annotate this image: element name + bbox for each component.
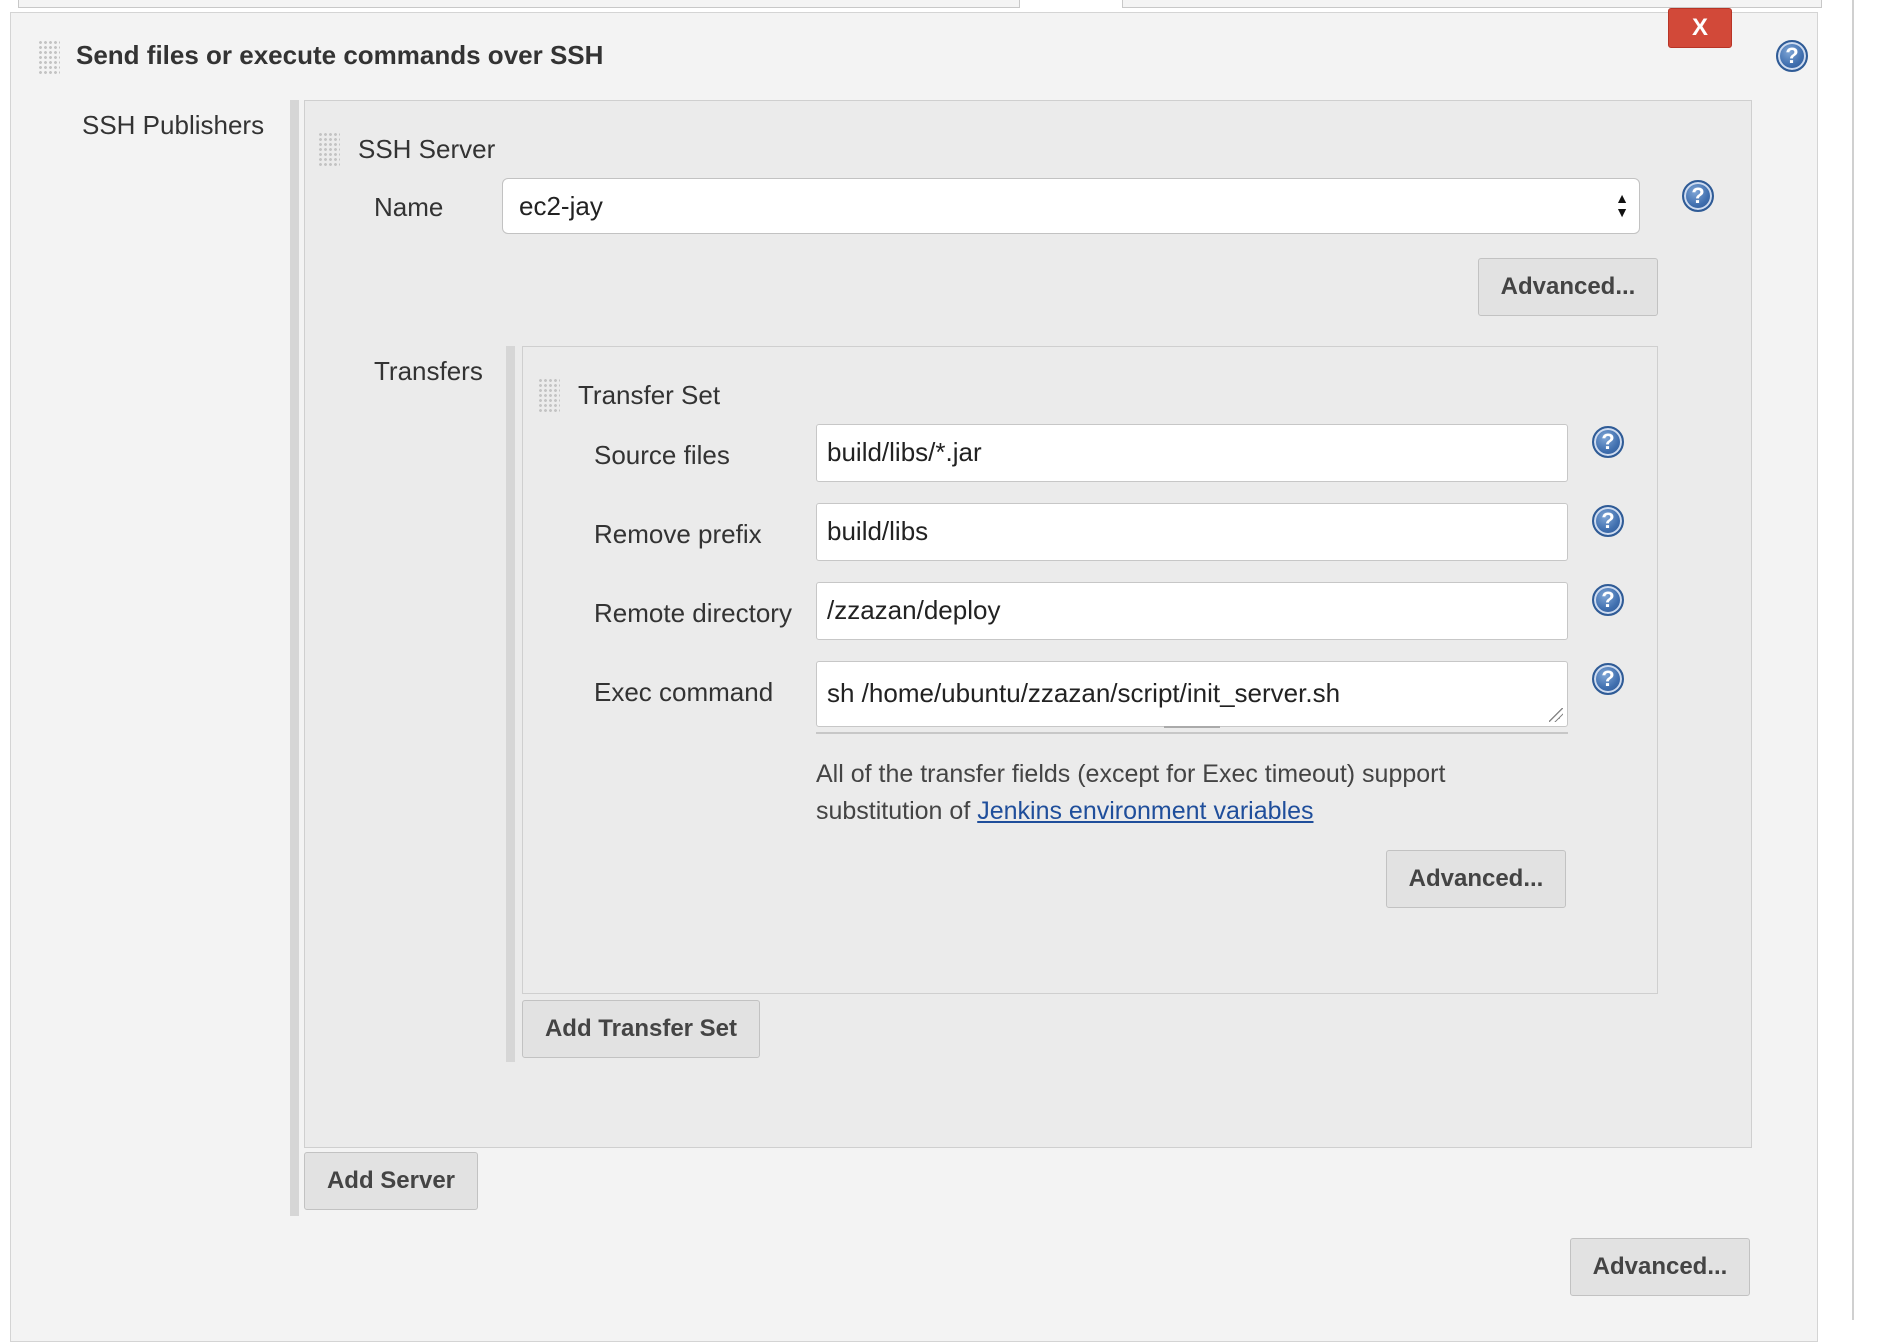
source-files-label: Source files [594, 440, 730, 470]
transfers-label: Transfers [374, 356, 483, 386]
add-server-button[interactable]: Add Server [304, 1152, 478, 1210]
add-transfer-set-button[interactable]: Add Transfer Set [522, 1000, 760, 1058]
server-name-select[interactable]: ec2-jay ▲ ▼ [502, 178, 1640, 234]
delete-step-button[interactable]: X [1668, 8, 1732, 48]
step-drag-handle-icon[interactable] [38, 40, 60, 74]
substitution-note: All of the transfer fields (except for E… [816, 756, 1576, 830]
step-advanced-button[interactable]: Advanced... [1570, 1238, 1750, 1296]
exec-command-help-icon[interactable]: ? [1592, 663, 1624, 695]
remove-prefix-input[interactable]: build/libs [816, 503, 1568, 561]
server-name-value: ec2-jay [519, 191, 603, 221]
substitution-note-text2: substitution of [816, 797, 971, 825]
remote-directory-input[interactable]: /zzazan/deploy [816, 582, 1568, 640]
ssh-server-title: SSH Server [358, 134, 496, 164]
transfer-set-title: Transfer Set [578, 380, 721, 410]
server-drag-handle-icon[interactable] [318, 132, 340, 166]
exec-command-label: Exec command [594, 677, 774, 707]
transfer-set-advanced-button[interactable]: Advanced... [1386, 850, 1566, 908]
textarea-bottom-rule [816, 732, 1568, 734]
remote-directory-label: Remote directory [594, 598, 792, 628]
step-help-icon[interactable]: ? [1776, 40, 1808, 72]
server-name-help-icon[interactable]: ? [1682, 180, 1714, 212]
exec-command-value: sh /home/ubuntu/zzazan/script/init_serve… [827, 678, 1341, 708]
select-arrows-icon: ▲ ▼ [1615, 190, 1629, 220]
server-name-label: Name [374, 192, 444, 222]
step-title: Send files or execute commands over SSH [76, 40, 604, 70]
substitution-note-text: All of the transfer fields (except for E… [816, 760, 1446, 788]
jenkins-env-vars-link[interactable]: Jenkins environment variables [977, 797, 1313, 825]
server-advanced-button[interactable]: Advanced... [1478, 258, 1658, 316]
exec-command-textarea[interactable]: sh /home/ubuntu/zzazan/script/init_serve… [816, 661, 1568, 727]
page-divider [1852, 0, 1854, 1320]
tab-strip-left [18, 0, 1020, 8]
publishers-indent-bar [290, 100, 299, 1216]
remove-prefix-help-icon[interactable]: ? [1592, 505, 1624, 537]
transfer-set-drag-handle-icon[interactable] [538, 378, 560, 412]
tab-strip-right [1122, 0, 1822, 8]
transfers-indent-bar [506, 346, 515, 1062]
source-files-help-icon[interactable]: ? [1592, 426, 1624, 458]
remote-directory-help-icon[interactable]: ? [1592, 584, 1624, 616]
ssh-publishers-label: SSH Publishers [82, 110, 265, 140]
textarea-resize-icon[interactable] [1549, 708, 1563, 722]
source-files-input[interactable]: build/libs/*.jar [816, 424, 1568, 482]
remove-prefix-label: Remove prefix [594, 519, 762, 549]
